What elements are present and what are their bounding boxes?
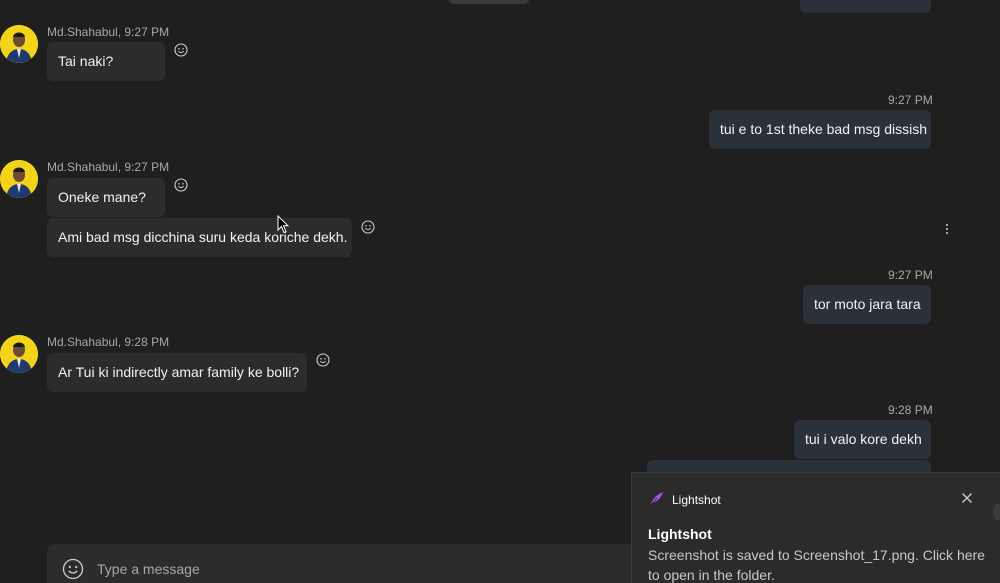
smiley-icon[interactable] [361,220,375,234]
incoming-message[interactable]: Tai naki? [47,42,165,81]
message-time: 9:28 PM [888,403,933,417]
incoming-message[interactable]: Ar Tui ki indirectly amar family ke boll… [47,353,307,392]
message-sender-time: Md.Shahabul, 9:27 PM [47,25,170,39]
message-sender-time: Md.Shahabul, 9:28 PM [47,335,170,349]
more-options-icon[interactable] [945,224,949,236]
lightshot-notification[interactable]: Lightshot Lightshot Screenshot is saved … [631,472,1000,583]
message-time: 9:27 PM [888,268,933,282]
smiley-icon[interactable] [316,353,330,367]
notification-body[interactable]: Screenshot is saved to Screenshot_17.png… [648,545,988,583]
outgoing-bubble-partial[interactable] [800,0,931,13]
lightshot-feather-icon [649,492,663,507]
message-sender-time: Md.Shahabul, 9:27 PM [47,160,170,174]
message-input[interactable] [97,559,657,579]
date-separator-partial [448,0,530,4]
notification-edge [993,503,1000,521]
avatar[interactable] [0,25,38,63]
avatar[interactable] [0,335,38,373]
smiley-icon[interactable] [174,178,188,192]
smiley-icon[interactable] [174,43,188,57]
notification-title: Lightshot [648,526,712,542]
emoji-icon[interactable] [62,558,84,580]
outgoing-message[interactable]: tui i valo kore dekh [794,420,931,459]
compose-box [47,544,687,583]
notification-app-name: Lightshot [672,493,721,507]
outgoing-message[interactable]: tui e to 1st theke bad msg dissish [709,110,931,149]
message-time: 9:27 PM [888,93,933,107]
outgoing-message[interactable]: tor moto jara tara [803,285,931,324]
close-icon[interactable] [961,492,973,504]
incoming-message[interactable]: Ami bad msg dicchina suru keda koriche d… [47,218,352,257]
incoming-message[interactable]: Oneke mane? [47,178,165,217]
mouse-cursor-icon [277,215,289,234]
avatar[interactable] [0,160,38,198]
chat-view: Md.Shahabul, 9:27 PM Tai naki? 9:27 PM t… [0,0,1000,583]
